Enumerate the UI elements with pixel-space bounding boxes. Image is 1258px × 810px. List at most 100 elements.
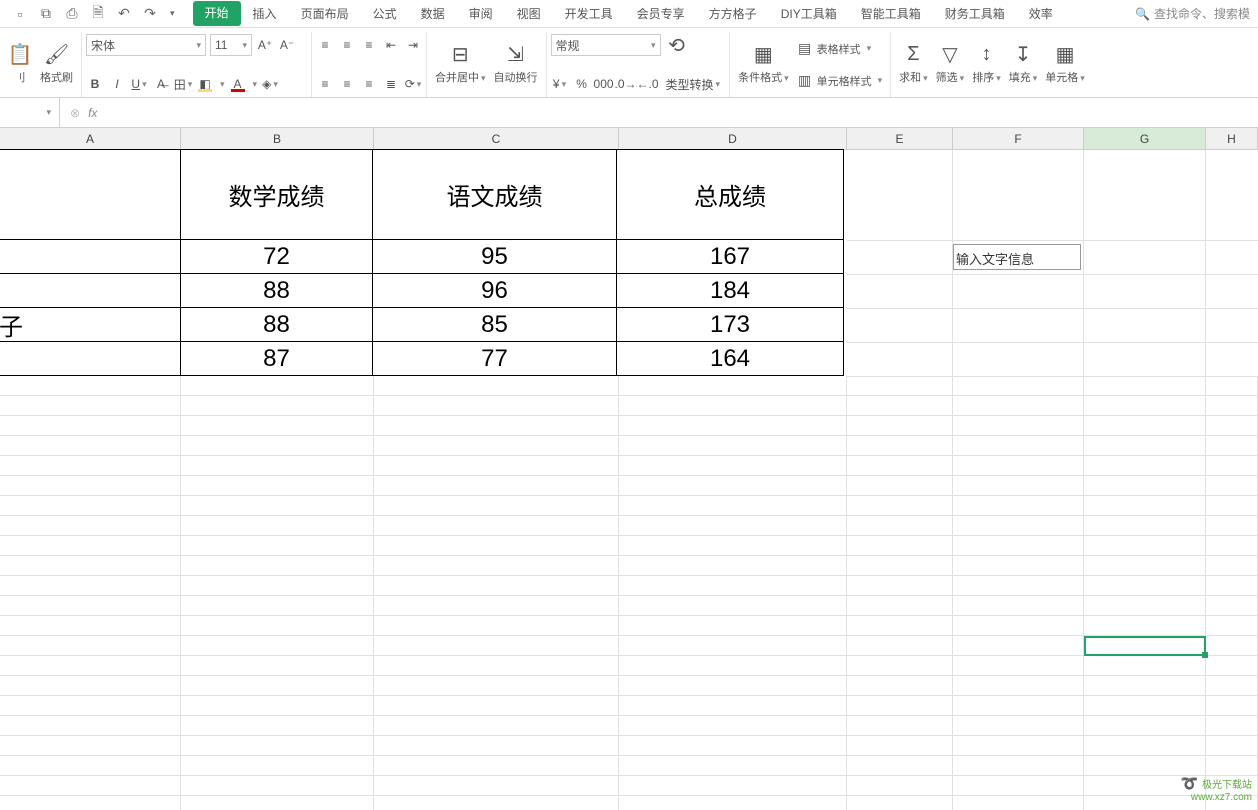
tab-pagelayout[interactable]: 页面布局	[289, 1, 361, 26]
table-cell[interactable]: 96	[372, 273, 617, 308]
increase-indent-icon[interactable]: ⇥	[404, 36, 422, 54]
merge-center-button[interactable]: ⊟ 合并居中▾	[431, 32, 490, 97]
font-size-select[interactable]: 11▾	[210, 34, 252, 56]
table-cell[interactable]	[0, 239, 181, 274]
chevron-down-icon[interactable]: ▾	[253, 79, 258, 90]
align-top-icon[interactable]: ≡	[316, 36, 334, 54]
chevron-down-icon[interactable]: ▾	[220, 79, 225, 90]
increase-font-icon[interactable]: A⁺	[256, 36, 274, 54]
rewind-button[interactable]: ⟲	[665, 32, 689, 58]
tab-smart[interactable]: 智能工具箱	[849, 1, 933, 26]
decrease-indent-icon[interactable]: ⇤	[382, 36, 400, 54]
table-cell[interactable]: 95	[372, 239, 617, 274]
font-name-select[interactable]: 宋体▾	[86, 34, 206, 56]
table-cell[interactable]: 72	[180, 239, 373, 274]
table-style-button[interactable]: ▤表格样式▾	[797, 36, 883, 62]
tab-insert[interactable]: 插入	[241, 1, 289, 26]
underline-icon[interactable]: U▾	[130, 75, 148, 93]
tab-diy[interactable]: DIY工具箱	[769, 1, 849, 26]
orientation-icon[interactable]: ⟳▾	[404, 75, 422, 93]
sort-button[interactable]: ↕排序▾	[968, 32, 1005, 97]
table-cell[interactable]	[0, 341, 181, 376]
fill-color-icon[interactable]: ◧	[196, 75, 214, 93]
decrease-font-icon[interactable]: A⁻	[278, 36, 296, 54]
formula-input[interactable]	[105, 106, 1248, 120]
table-cell[interactable]: 184	[616, 273, 844, 308]
tab-fanggezi[interactable]: 方方格子	[697, 1, 769, 26]
search-box[interactable]: 🔍 查找命令、搜索模	[1135, 5, 1258, 22]
align-bottom-icon[interactable]: ≡	[360, 36, 378, 54]
align-middle-icon[interactable]: ≡	[338, 36, 356, 54]
col-header-H[interactable]: H	[1206, 128, 1258, 149]
table-cell[interactable]: 88	[180, 307, 373, 342]
table-cell[interactable]: 167	[616, 239, 844, 274]
italic-icon[interactable]: I	[108, 75, 126, 93]
print-icon[interactable]: ⎙	[64, 6, 80, 22]
tab-member[interactable]: 会员专享	[625, 1, 697, 26]
currency-icon[interactable]: ¥▾	[551, 75, 569, 93]
tab-view[interactable]: 视图	[505, 1, 553, 26]
wrap-text-button[interactable]: ⇲ 自动换行	[490, 32, 542, 97]
cell-format-button[interactable]: ▦单元格▾	[1041, 32, 1089, 97]
increase-decimal-icon[interactable]: .0→	[617, 75, 635, 93]
decrease-decimal-icon[interactable]: ←.0	[639, 75, 657, 93]
bold-icon[interactable]: B	[86, 75, 104, 93]
table-cell[interactable]: 87	[180, 341, 373, 376]
tab-review[interactable]: 审阅	[457, 1, 505, 26]
sum-button[interactable]: Σ求和▾	[895, 32, 932, 97]
table-header-total[interactable]: 总成绩	[616, 149, 844, 240]
col-header-G[interactable]: G	[1084, 128, 1206, 149]
col-header-D[interactable]: D	[619, 128, 847, 149]
tab-formula[interactable]: 公式	[361, 1, 409, 26]
table-cell[interactable]: 77	[372, 341, 617, 376]
type-convert-button[interactable]: 类型转换▾	[661, 75, 726, 93]
table-header-name[interactable]	[0, 149, 181, 240]
spreadsheet-grid[interactable]: A B C D E F G H 数学成绩 语文成绩 总成绩 72 95 167	[0, 128, 1258, 810]
col-header-A[interactable]: A	[0, 128, 181, 149]
col-header-C[interactable]: C	[374, 128, 619, 149]
border-icon[interactable]: 田▾	[174, 75, 192, 93]
fill-button[interactable]: ↧填充▾	[1005, 32, 1042, 97]
justify-icon[interactable]: ≣	[382, 75, 400, 93]
empty-rows[interactable]: document.write(Array.from({length:24}).m…	[0, 376, 1258, 810]
redo-icon[interactable]: ↷	[142, 6, 158, 22]
number-format-select[interactable]: 常规▾	[551, 34, 661, 56]
table-cell[interactable]: 173	[616, 307, 844, 342]
align-right-icon[interactable]: ≡	[360, 75, 378, 93]
tab-devtools[interactable]: 开发工具	[553, 1, 625, 26]
preview-icon[interactable]: 🗎	[90, 6, 106, 22]
undo-icon[interactable]: ↶	[116, 6, 132, 22]
table-cell[interactable]: 164	[616, 341, 844, 376]
strikethrough-icon[interactable]: A̶	[152, 75, 170, 93]
filter-button[interactable]: ▽筛选▾	[932, 32, 969, 97]
col-header-F[interactable]: F	[953, 128, 1084, 149]
align-center-icon[interactable]: ≡	[338, 75, 356, 93]
col-header-E[interactable]: E	[847, 128, 953, 149]
col-header-B[interactable]: B	[181, 128, 374, 149]
phonetic-icon[interactable]: ◈▾	[261, 75, 279, 93]
save-icon[interactable]: ▫	[12, 6, 28, 22]
font-color-icon[interactable]: A	[229, 75, 247, 93]
floating-textbox[interactable]: 输入文字信息	[953, 244, 1081, 270]
tab-data[interactable]: 数据	[409, 1, 457, 26]
tab-efficiency[interactable]: 效率	[1017, 1, 1065, 26]
comma-icon[interactable]: 000	[595, 75, 613, 93]
cancel-formula-icon[interactable]: ⊗	[70, 106, 80, 120]
percent-icon[interactable]: %	[573, 75, 591, 93]
table-cell[interactable]: 88	[180, 273, 373, 308]
fx-icon[interactable]: fx	[88, 106, 97, 120]
tab-finance[interactable]: 财务工具箱	[933, 1, 1017, 26]
paste-button[interactable]: 📋 刂	[4, 32, 36, 97]
copy-icon[interactable]: ⧉	[38, 6, 54, 22]
table-header-chinese[interactable]: 语文成绩	[372, 149, 617, 240]
qat-dropdown-icon[interactable]: ▾	[170, 8, 175, 19]
format-painter-button[interactable]: 🖌 格式刷	[36, 32, 77, 97]
table-header-math[interactable]: 数学成绩	[180, 149, 373, 240]
name-box[interactable]: ▾	[0, 98, 60, 127]
table-cell[interactable]: 子	[0, 307, 181, 342]
conditional-format-button[interactable]: ▦ 条件格式▾	[734, 32, 793, 97]
table-cell[interactable]	[0, 273, 181, 308]
table-cell[interactable]: 85	[372, 307, 617, 342]
tab-start[interactable]: 开始	[193, 1, 241, 26]
align-left-icon[interactable]: ≡	[316, 75, 334, 93]
